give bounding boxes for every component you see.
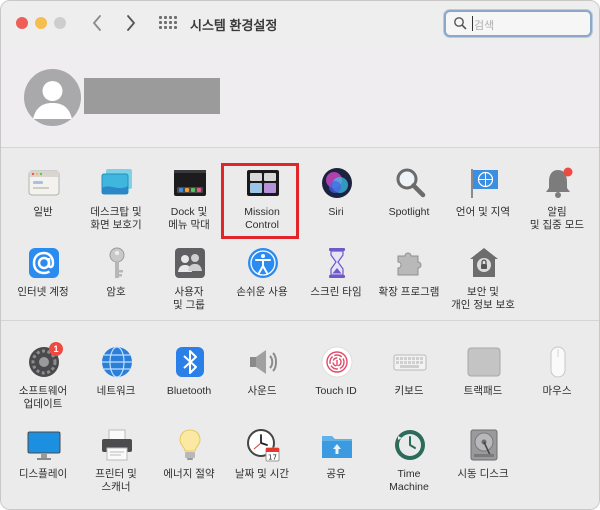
users-icon (175, 248, 205, 278)
account-name-redacted[interactable] (84, 78, 220, 114)
chevron-left-icon (93, 15, 101, 31)
search-field[interactable]: 검색 (444, 10, 592, 37)
pane-label: 알림 및 집중 모드 (529, 206, 585, 231)
hourglass-icon (329, 248, 345, 278)
close-button[interactable] (16, 17, 28, 29)
desktop-screensaver-icon (101, 169, 132, 195)
at-icon (29, 248, 59, 278)
update-count-badge: 1 (49, 342, 63, 356)
time-machine-icon (395, 430, 425, 460)
folder-share-icon (322, 436, 352, 458)
mouse-icon (550, 346, 566, 378)
preferences-section-personal: 일반 데스크탑 및 화면 보호기 Dock 및 메뉴 막대 Mission Co… (1, 148, 599, 320)
fingerprint-icon (321, 346, 353, 378)
display-icon (27, 431, 61, 460)
mission-control-highlight-box (221, 163, 299, 239)
pane-label: 마우스 (542, 385, 572, 397)
keyboard-icon (393, 354, 427, 371)
bluetooth-icon (176, 347, 204, 377)
globe-icon (102, 346, 132, 378)
show-all-grid-button[interactable] (159, 16, 177, 30)
clock-calendar-icon: 17 (247, 429, 280, 462)
puzzle-icon (397, 252, 422, 276)
dock-icon (174, 170, 206, 196)
search-placeholder: 검색 (474, 20, 495, 32)
window-title: 시스템 환경설정 (190, 18, 278, 33)
chevron-right-icon (127, 15, 135, 31)
avatar[interactable] (24, 69, 81, 126)
forward-button[interactable] (120, 12, 142, 34)
lightbulb-icon (179, 429, 201, 460)
accessibility-icon (248, 248, 278, 278)
preferences-section-hardware: 1 소프트웨어 업데이트 네트워크 Bluetooth 사운드 Touch ID… (1, 321, 599, 509)
minimize-button[interactable] (35, 17, 47, 29)
pane-label: 시동 디스크 (457, 468, 509, 480)
toolbar: 시스템 환경설정 검색 (1, 1, 599, 45)
general-icon (28, 170, 60, 196)
printer-icon (102, 429, 132, 461)
speaker-icon (250, 350, 277, 374)
house-lock-icon (470, 248, 498, 277)
pane-label: 보안 및 개인 정보 보호 (451, 286, 515, 311)
account-header (1, 45, 599, 147)
spotlight-icon (396, 168, 426, 198)
bell-icon (546, 167, 573, 198)
disk-icon (470, 429, 498, 461)
siri-icon (322, 168, 352, 198)
trackpad-icon (467, 347, 501, 377)
flag-icon (471, 169, 498, 198)
key-icon (109, 247, 125, 278)
search-icon (454, 17, 467, 30)
svg-text:17: 17 (268, 454, 277, 462)
text-caret (472, 16, 473, 31)
system-preferences-window: 시스템 환경설정 검색 일반 데스크탑 및 화면 보호기 Dock 및 메뉴 막… (0, 0, 600, 510)
person-silhouette-icon (33, 81, 72, 119)
back-button[interactable] (86, 12, 108, 34)
zoom-button[interactable] (54, 17, 66, 29)
